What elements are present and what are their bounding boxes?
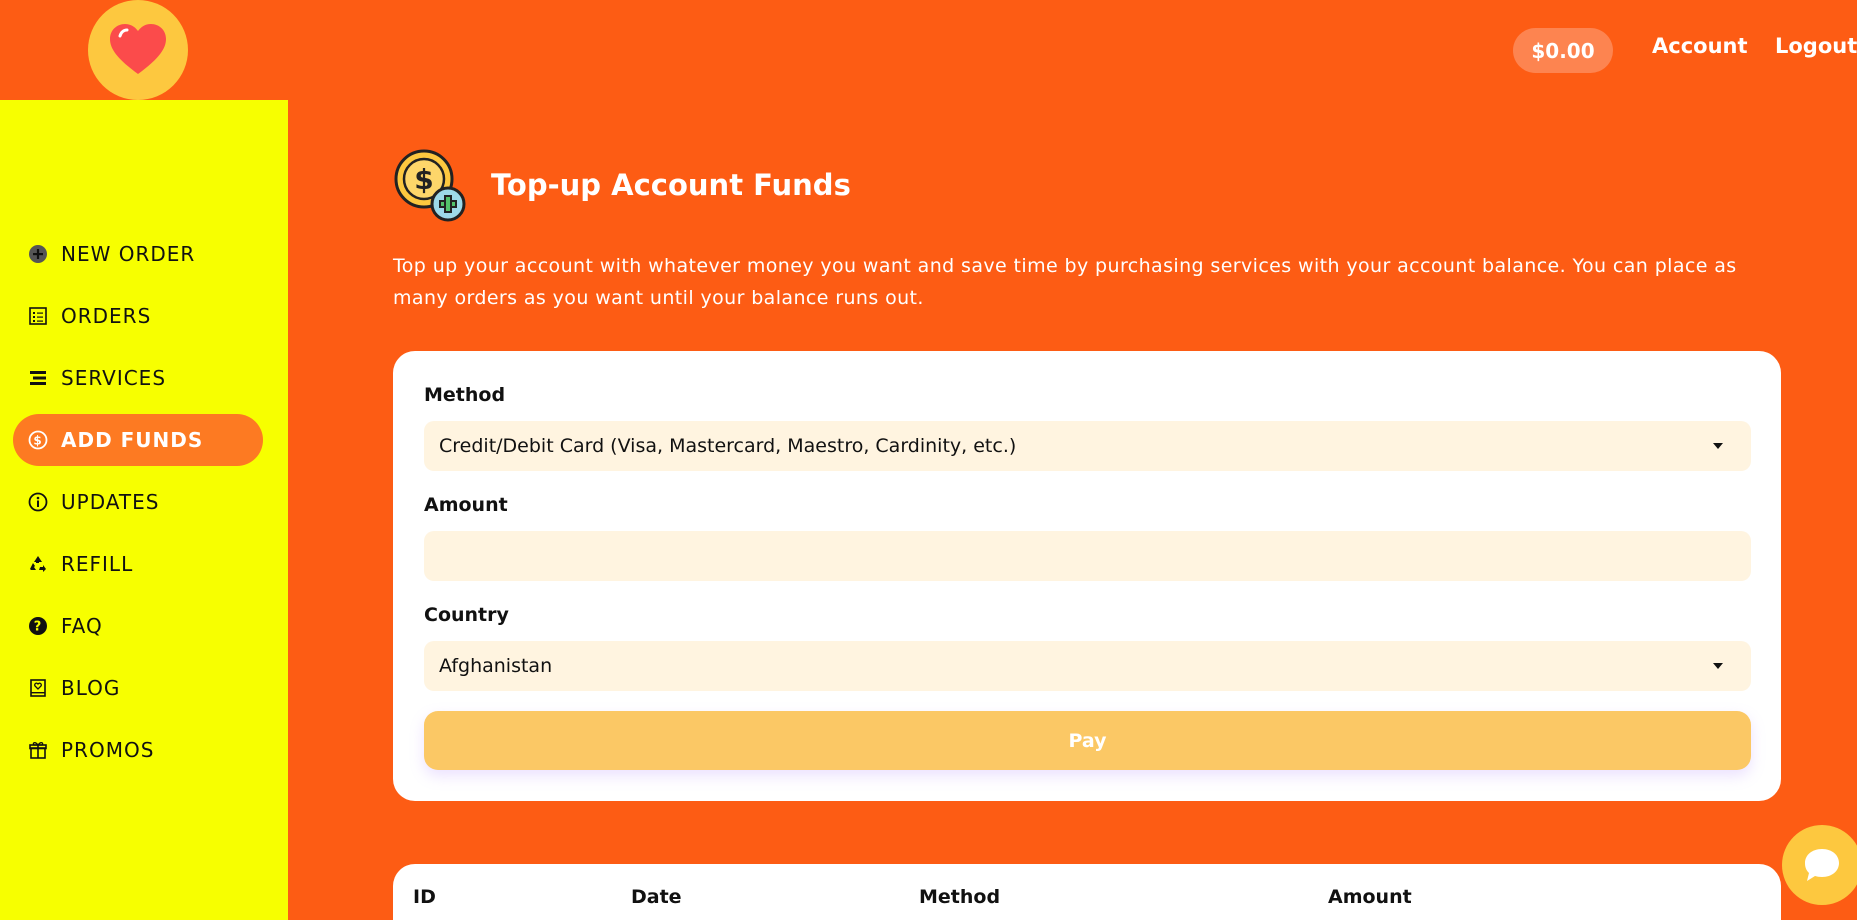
page: NEW ORDER ORDERS SERVICES $ ADD FUNDS UP… [0, 0, 1857, 920]
dollar-circle-icon: $ [27, 429, 49, 451]
chevron-down-icon [1713, 443, 1723, 449]
sidebar-item-refill[interactable]: REFILL [13, 538, 263, 590]
sidebar-item-label: SERVICES [61, 366, 167, 390]
sidebar-item-label: FAQ [61, 614, 103, 638]
heart-icon [110, 24, 166, 74]
sidebar-item-label: BLOG [61, 676, 121, 700]
sidebar-item-label: NEW ORDER [61, 242, 196, 266]
sidebar-item-label: REFILL [61, 552, 134, 576]
sidebar-item-services[interactable]: SERVICES [13, 352, 263, 404]
chevron-down-icon [1713, 663, 1723, 669]
coin-plus-icon: $ [393, 148, 469, 224]
country-value: Afghanistan [439, 655, 553, 677]
logout-link[interactable]: Logout [1775, 34, 1857, 58]
payment-history-table: ID Date Method Amount [393, 864, 1781, 920]
column-header-method[interactable]: Method [919, 886, 1000, 908]
chat-bubble-icon [1805, 849, 1839, 881]
bars-icon [27, 367, 49, 389]
chat-button[interactable] [1782, 825, 1857, 905]
country-select[interactable]: Afghanistan [424, 641, 1751, 691]
page-title: Top-up Account Funds [491, 168, 851, 202]
svg-text:?: ? [34, 620, 43, 635]
question-circle-icon: ? [27, 615, 49, 637]
svg-text:$: $ [33, 434, 42, 448]
balance-badge[interactable]: $0.00 [1513, 28, 1613, 73]
pay-button[interactable]: Pay [424, 711, 1751, 770]
column-header-id[interactable]: ID [413, 886, 436, 908]
sidebar-item-faq[interactable]: ? FAQ [13, 600, 263, 652]
sidebar-item-promos[interactable]: PROMOS [13, 724, 263, 776]
column-header-amount[interactable]: Amount [1328, 886, 1412, 908]
method-value: Credit/Debit Card (Visa, Mastercard, Mae… [439, 435, 1017, 457]
sidebar-item-label: UPDATES [61, 490, 160, 514]
gift-icon [27, 739, 49, 761]
list-icon [27, 305, 49, 327]
account-link[interactable]: Account [1652, 34, 1748, 58]
sidebar-item-blog[interactable]: BLOG [13, 662, 263, 714]
column-header-date[interactable]: Date [631, 886, 682, 908]
logo[interactable] [88, 0, 188, 100]
amount-label: Amount [424, 494, 508, 516]
sidebar-item-new-order[interactable]: NEW ORDER [13, 228, 263, 280]
sidebar: NEW ORDER ORDERS SERVICES $ ADD FUNDS UP… [0, 100, 288, 920]
country-label: Country [424, 604, 509, 626]
add-funds-form: Method Credit/Debit Card (Visa, Masterca… [393, 351, 1781, 801]
sidebar-item-label: ADD FUNDS [61, 428, 204, 452]
recycle-icon [27, 553, 49, 575]
sidebar-item-updates[interactable]: UPDATES [13, 476, 263, 528]
info-icon [27, 491, 49, 513]
sidebar-item-label: ORDERS [61, 304, 152, 328]
plus-circle-icon [27, 243, 49, 265]
sidebar-item-label: PROMOS [61, 738, 155, 762]
sidebar-item-orders[interactable]: ORDERS [13, 290, 263, 342]
sidebar-item-add-funds[interactable]: $ ADD FUNDS [13, 414, 263, 466]
method-select[interactable]: Credit/Debit Card (Visa, Mastercard, Mae… [424, 421, 1751, 471]
amount-input[interactable] [424, 531, 1751, 581]
svg-text:$: $ [414, 163, 433, 196]
book-heart-icon [27, 677, 49, 699]
intro-text: Top up your account with whatever money … [393, 255, 1737, 309]
method-label: Method [424, 384, 506, 406]
